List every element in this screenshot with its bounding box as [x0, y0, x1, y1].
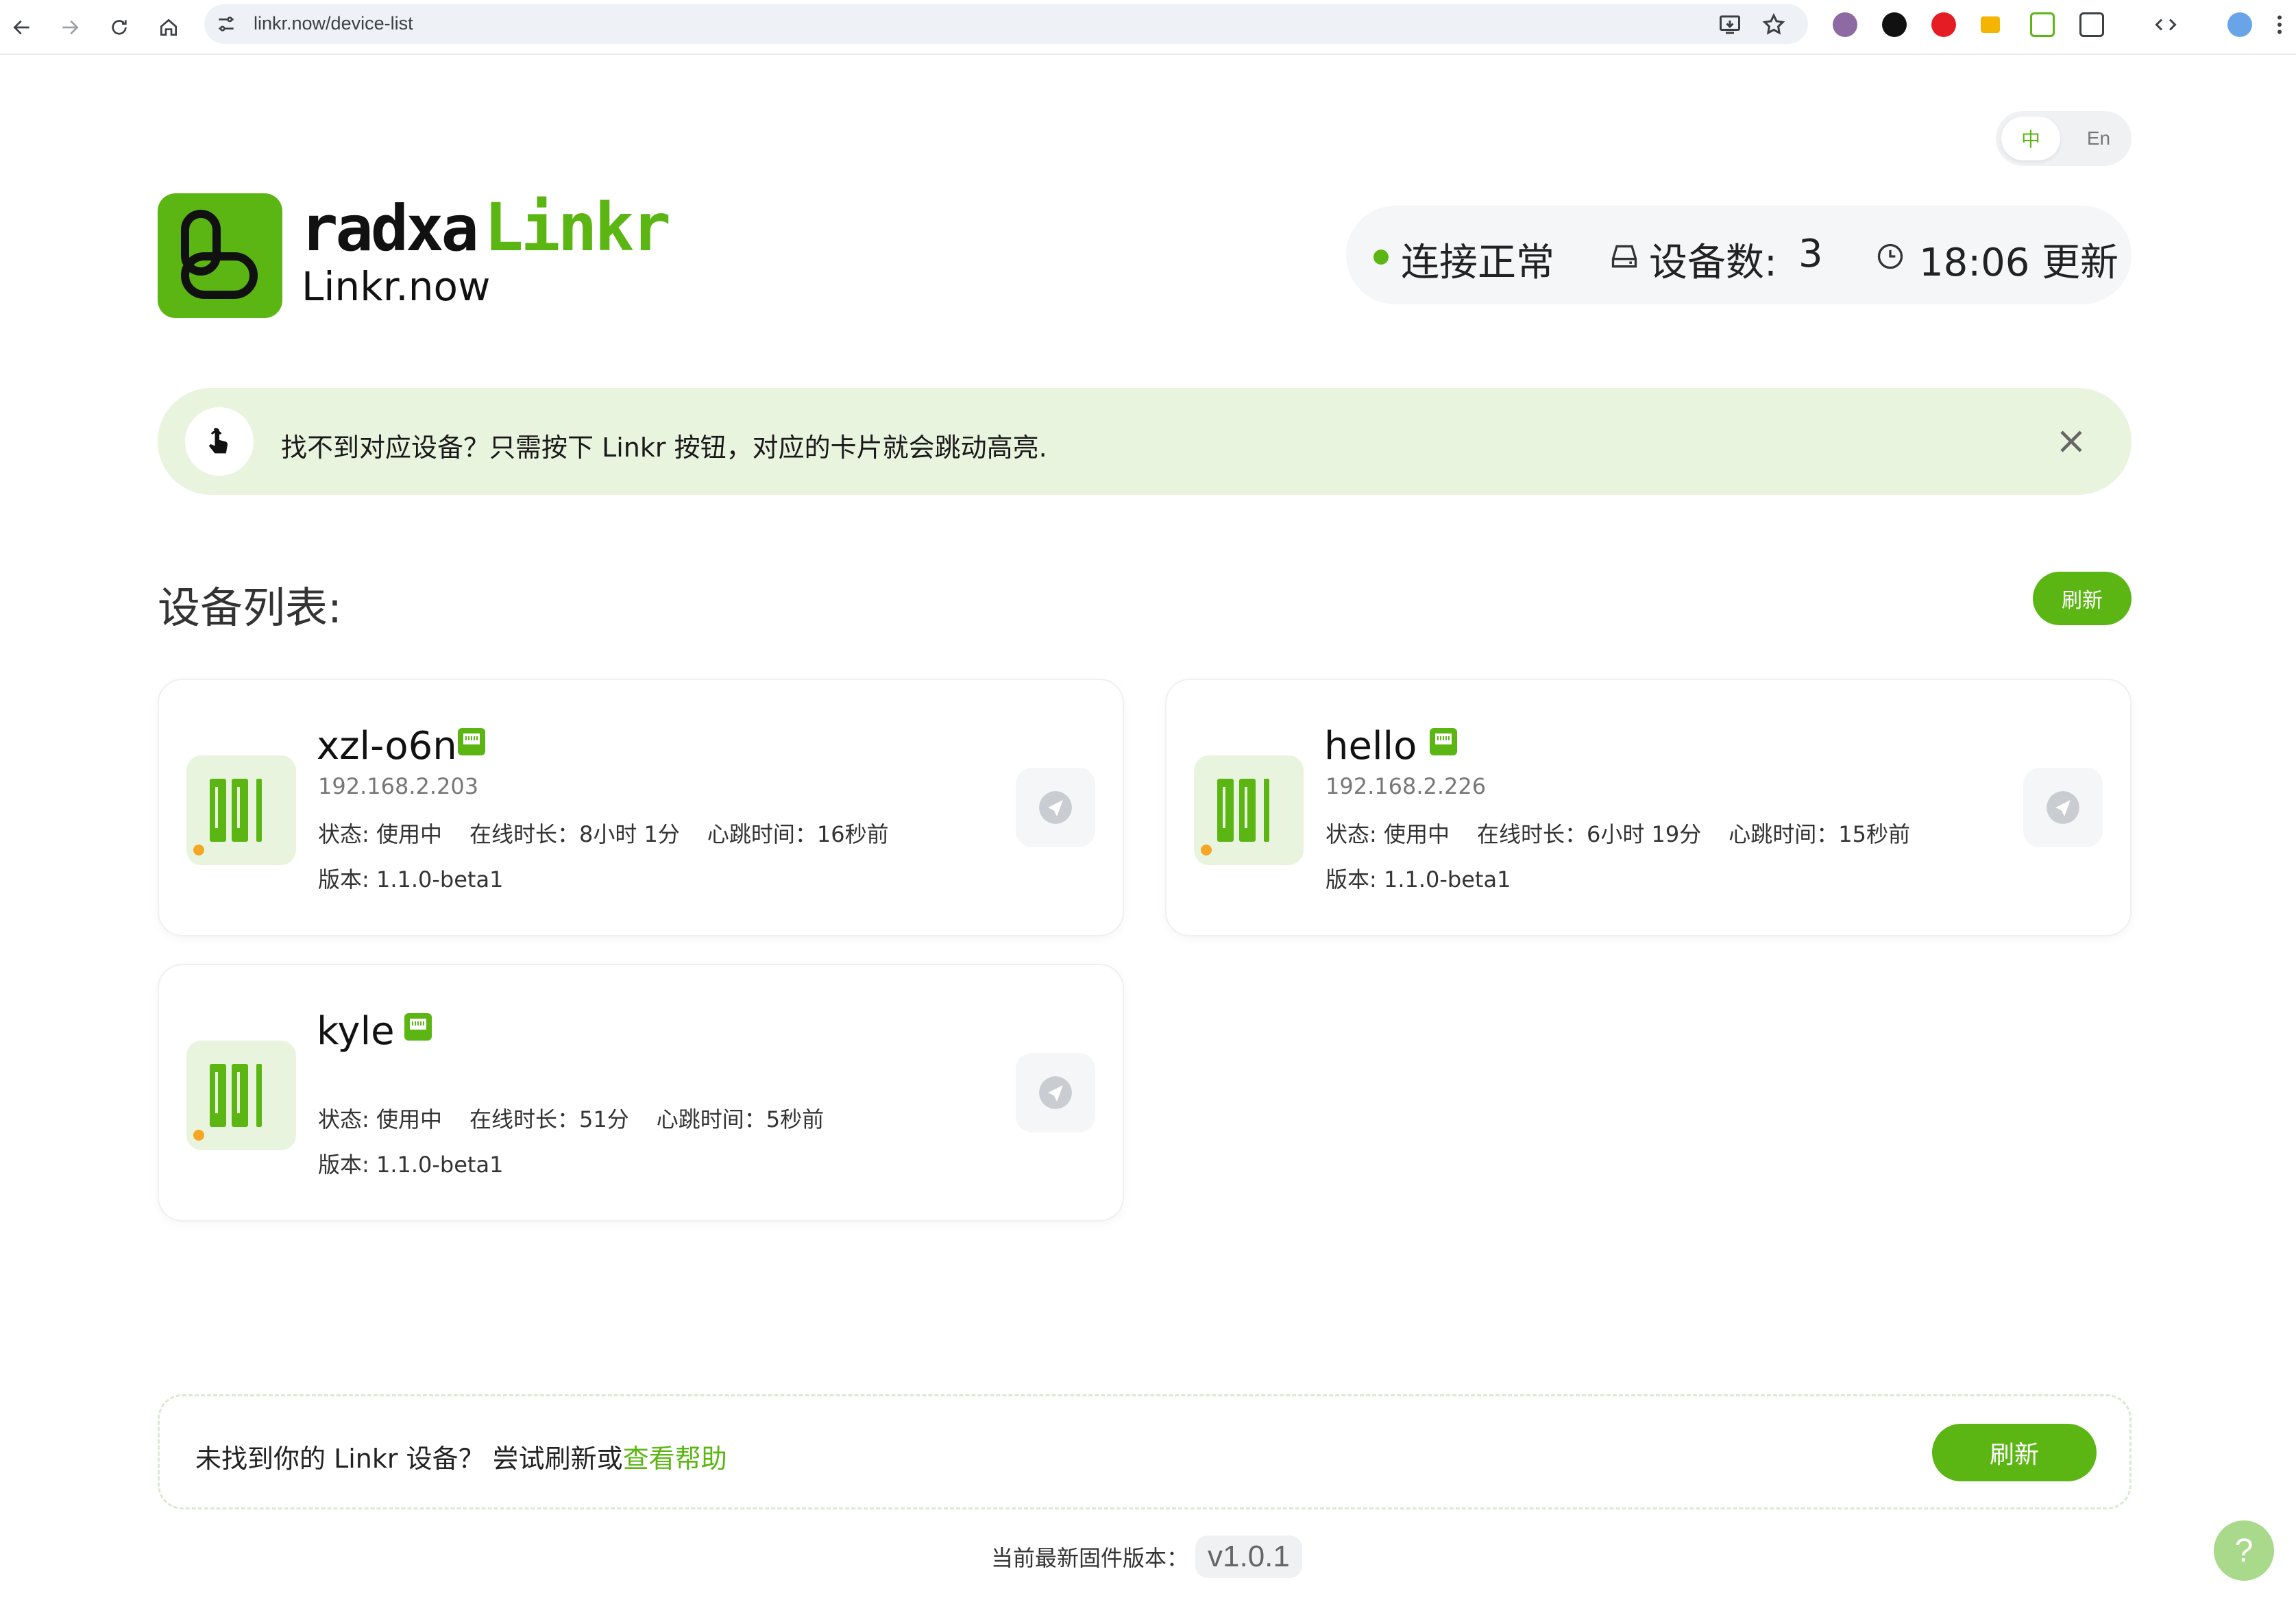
device-name: kyle	[317, 1009, 395, 1054]
forward-button[interactable]	[53, 11, 86, 44]
close-icon[interactable]	[2052, 422, 2090, 461]
device-meta: 状态: 使用中 在线时长：51分 心跳时间：5秒前	[318, 1102, 851, 1134]
update-time: 18:06 更新	[1919, 241, 2119, 285]
ethernet-icon	[1430, 728, 1457, 755]
send-icon	[2047, 791, 2079, 824]
device-meta: 状态: 使用中 在线时长：8小时 1分 心跳时间：16秒前	[318, 817, 916, 849]
url-text: linkr.now/device-list	[254, 13, 413, 34]
help-message: 未找到你的 Linkr 设备？ 尝试刷新或	[195, 1444, 623, 1474]
firmware-info: 当前最新固件版本： v1.0.1	[991, 1536, 1302, 1578]
device-count: 3	[1798, 232, 1823, 276]
device-icon	[186, 1041, 296, 1150]
extensions-puzzle-icon[interactable]	[2079, 12, 2104, 37]
device-status-dot	[193, 1130, 204, 1141]
refresh-button[interactable]: 刷新	[2033, 572, 2132, 625]
arrow-right-icon	[62, 20, 79, 35]
send-button[interactable]	[1016, 768, 1095, 847]
send-button[interactable]	[1016, 1053, 1095, 1132]
device-state: 状态: 使用中	[1326, 821, 1450, 847]
send-button[interactable]	[2023, 768, 2103, 847]
not-found-help-box: 未找到你的 Linkr 设备？ 尝试刷新或查看帮助 刷新	[158, 1394, 2132, 1509]
reload-icon	[112, 20, 127, 35]
browser-toolbar: linkr.now/device-list	[0, 0, 2296, 55]
device-ip: 192.168.2.226	[1326, 773, 1487, 799]
ethernet-icon	[404, 1013, 432, 1041]
home-button[interactable]	[152, 11, 185, 44]
language-toggle: 中 En	[1996, 111, 2132, 166]
device-status-dot	[1201, 845, 1212, 855]
device-status-dot	[193, 845, 204, 855]
device-list-title: 设备列表:	[158, 583, 342, 633]
linkr-logo-icon	[158, 193, 282, 318]
device-heartbeat: 心跳时间：5秒前	[656, 1106, 825, 1132]
device-online: 在线时长：8小时 1分	[469, 821, 680, 847]
reload-button[interactable]	[103, 11, 136, 44]
device-online: 在线时长：51分	[469, 1106, 629, 1132]
install-app-icon[interactable]	[1718, 12, 1742, 37]
site-settings-icon[interactable]	[215, 13, 237, 35]
device-card[interactable]: xzl-o6n 192.168.2.203 状态: 使用中 在线时长：8小时 1分…	[158, 679, 1124, 936]
status-panel: 连接正常 设备数: 3 18:06 更新	[1346, 206, 2132, 304]
arrow-left-icon	[13, 20, 29, 35]
device-heartbeat: 心跳时间：15秒前	[1729, 821, 1910, 847]
brand-domain: Linkr.now	[302, 263, 491, 310]
menu-kebab-icon[interactable]	[2275, 12, 2284, 37]
device-icon	[186, 755, 296, 865]
device-heartbeat: 心跳时间：16秒前	[707, 821, 889, 847]
device-online: 在线时长：6小时 19分	[1476, 821, 1702, 847]
extension-dark-icon[interactable]	[1882, 12, 1907, 37]
send-icon	[1039, 1076, 1072, 1109]
device-icon	[1194, 755, 1304, 865]
connection-status: 连接正常	[1401, 241, 1554, 285]
device-version: 版本: 1.1.0-beta1	[318, 1152, 504, 1178]
extension-purple-icon[interactable]	[1833, 12, 1857, 37]
refresh-button-bottom[interactable]: 刷新	[1932, 1424, 2097, 1481]
firmware-version: v1.0.1	[1195, 1536, 1302, 1578]
send-icon	[1039, 791, 1072, 824]
device-card[interactable]: hello 192.168.2.226 状态: 使用中 在线时长：6小时 19分 心…	[1165, 679, 2132, 936]
device-version: 版本: 1.1.0-beta1	[318, 866, 504, 893]
devtools-code-icon[interactable]	[2153, 12, 2178, 37]
bookmark-star-icon[interactable]	[1761, 12, 1786, 37]
lang-zh-button[interactable]: 中	[2001, 117, 2060, 160]
device-version: 版本: 1.1.0-beta1	[1326, 866, 1511, 893]
extension-folder-icon[interactable]	[2030, 12, 2055, 37]
device-name: xzl-o6n	[317, 724, 457, 768]
help-fab-button[interactable]: ?	[2214, 1520, 2274, 1581]
profile-avatar[interactable]	[2227, 12, 2252, 37]
extension-drive-icon[interactable]	[1981, 16, 2000, 33]
device-card[interactable]: kyle 状态: 使用中 在线时长：51分 心跳时间：5秒前 版本: 1.1.0-b…	[158, 964, 1124, 1222]
device-meta: 状态: 使用中 在线时长：6小时 19分 心跳时间：15秒前	[1326, 817, 1938, 849]
device-state: 状态: 使用中	[318, 821, 442, 847]
drive-icon	[1611, 245, 1637, 268]
clock-icon	[1877, 243, 1903, 269]
device-name: hello	[1324, 724, 1417, 768]
address-bar[interactable]: linkr.now/device-list	[204, 4, 1808, 44]
tip-text: 找不到对应设备？只需按下 Linkr 按钮，对应的卡片就会跳动高亮.	[281, 433, 1047, 463]
ethernet-icon	[458, 728, 485, 755]
home-icon	[160, 19, 177, 36]
brand-radxa: radxa	[300, 192, 479, 265]
back-button[interactable]	[5, 11, 38, 44]
view-help-link[interactable]: 查看帮助	[623, 1444, 727, 1474]
firmware-label: 当前最新固件版本：	[991, 1545, 1189, 1571]
brand-linkr: Linkr	[484, 189, 671, 266]
tip-banner: 找不到对应设备？只需按下 Linkr 按钮，对应的卡片就会跳动高亮.	[158, 388, 2132, 495]
lang-en-button[interactable]: En	[2071, 117, 2126, 160]
device-state: 状态: 使用中	[318, 1106, 442, 1132]
extension-opera-icon[interactable]	[1931, 12, 1956, 37]
connection-status-dot	[1373, 250, 1389, 265]
device-count-label: 设备数:	[1649, 241, 1777, 285]
help-text: 未找到你的 Linkr 设备？ 尝试刷新或查看帮助	[195, 1437, 727, 1475]
device-ip: 192.168.2.203	[318, 773, 479, 799]
tap-hand-icon	[185, 407, 254, 476]
